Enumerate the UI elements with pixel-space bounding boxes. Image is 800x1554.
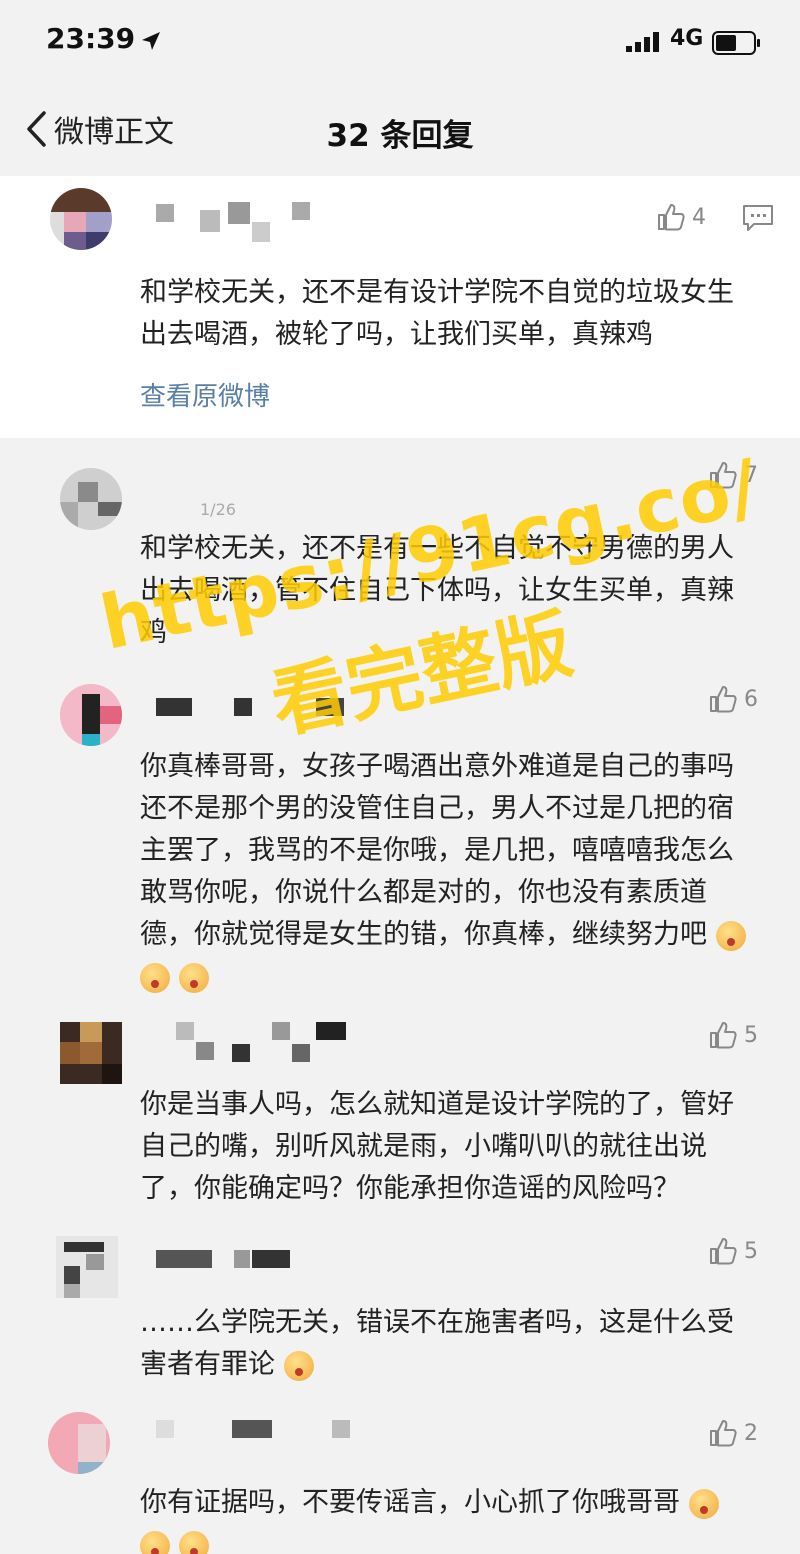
- surprised-emoji-icon: [140, 962, 170, 993]
- like-button[interactable]: 2: [708, 1418, 758, 1448]
- nav-bar: 微博正文 32 条回复: [0, 88, 800, 172]
- comment-text: 和学校无关，还不是有设计学院不自觉的垃圾女生出去喝酒，被轮了吗，让我们买单，真辣…: [140, 277, 734, 350]
- emoji-icon: [283, 1350, 314, 1381]
- avatar[interactable]: [60, 684, 122, 746]
- comment-text: 和学校无关，还不是有一些不自觉不守男德的男人出去喝酒，管不住自己下体吗，让女生买…: [140, 533, 734, 648]
- main-comment-card: 4 和学校无关，还不是有设计学院不自觉的垃圾女生出去喝酒，被轮了吗，让我们买单，…: [0, 176, 800, 438]
- list-item: 2 你有证据吗，不要传谣言，小心抓了你哦哥哥: [0, 1404, 800, 1554]
- comment-text: ……么学院无关，错误不在施害者吗，这是什么受害者有罪论: [140, 1307, 734, 1381]
- list-item: 6 你真棒哥哥，女孩子喝酒出意外难道是自己的事吗还不是那个男的没管住自己，男人不…: [0, 676, 800, 996]
- list-item: 5 你是当事人吗，怎么就知道是设计学院的了，管好自己的嘴，别听风就是雨，小嘴叭叭…: [0, 1010, 800, 1210]
- location-arrow-icon: [142, 32, 160, 50]
- signal-icon: [626, 32, 659, 52]
- comment-text: 你有证据吗，不要传谣言，小心抓了你哦哥哥: [140, 1482, 750, 1554]
- thumbs-up-icon: [710, 1238, 737, 1265]
- emoji-icon: [140, 1530, 170, 1554]
- battery-icon: [712, 31, 760, 55]
- like-count: 5: [744, 1022, 758, 1048]
- avatar[interactable]: [60, 468, 122, 530]
- like-button[interactable]: 5: [708, 1020, 758, 1050]
- emoji-icon: [178, 1530, 209, 1554]
- username-blurred[interactable]: [156, 202, 316, 242]
- list-item: 1/26 7 和学校无关，还不是有一些不自觉不守男德的男人出去喝酒，管不住自己下…: [0, 452, 800, 652]
- avatar[interactable]: [56, 1236, 118, 1298]
- avatar[interactable]: [48, 1412, 110, 1474]
- like-count: 5: [744, 1238, 758, 1264]
- timestamp: 1/26: [200, 500, 236, 519]
- like-button[interactable]: 6: [708, 684, 758, 714]
- avatar[interactable]: [60, 1022, 122, 1084]
- username-blurred[interactable]: [156, 698, 356, 738]
- username-blurred[interactable]: [156, 1250, 306, 1290]
- view-original-link[interactable]: 查看原微博: [140, 376, 270, 413]
- list-item: 5 ……么学院无关，错误不在施害者吗，这是什么受害者有罪论: [0, 1228, 800, 1398]
- avatar[interactable]: [50, 188, 112, 250]
- like-button[interactable]: 7: [708, 460, 758, 490]
- like-count: 6: [744, 686, 758, 712]
- like-count: 2: [744, 1420, 758, 1446]
- surprised-emoji-icon: [715, 920, 746, 951]
- status-time: 23:39: [46, 22, 136, 55]
- like-button[interactable]: 4: [656, 202, 706, 232]
- reply-comment-icon[interactable]: [742, 204, 774, 232]
- emoji-icon: [688, 1488, 719, 1519]
- status-bar: 23:39 4G: [0, 0, 800, 88]
- like-count: 4: [692, 204, 706, 230]
- comment-text: 你真棒哥哥，女孩子喝酒出意外难道是自己的事吗还不是那个男的没管住自己，男人不过是…: [140, 746, 750, 998]
- username-blurred[interactable]: [176, 1022, 356, 1062]
- comment-text: 你是当事人吗，怎么就知道是设计学院的了，管好自己的嘴，别听风就是雨，小嘴叭叭的就…: [140, 1089, 734, 1204]
- network-type: 4G: [670, 26, 704, 51]
- like-button[interactable]: 5: [708, 1236, 758, 1266]
- thumbs-up-icon: [710, 462, 737, 489]
- thumbs-up-icon: [710, 686, 737, 713]
- thumbs-up-icon: [658, 204, 685, 231]
- surprised-emoji-icon: [178, 962, 209, 993]
- page-title: 32 条回复: [326, 118, 474, 154]
- username-blurred[interactable]: [156, 1420, 356, 1460]
- like-count: 7: [744, 462, 758, 488]
- thumbs-up-icon: [710, 1420, 737, 1447]
- thumbs-up-icon: [710, 1022, 737, 1049]
